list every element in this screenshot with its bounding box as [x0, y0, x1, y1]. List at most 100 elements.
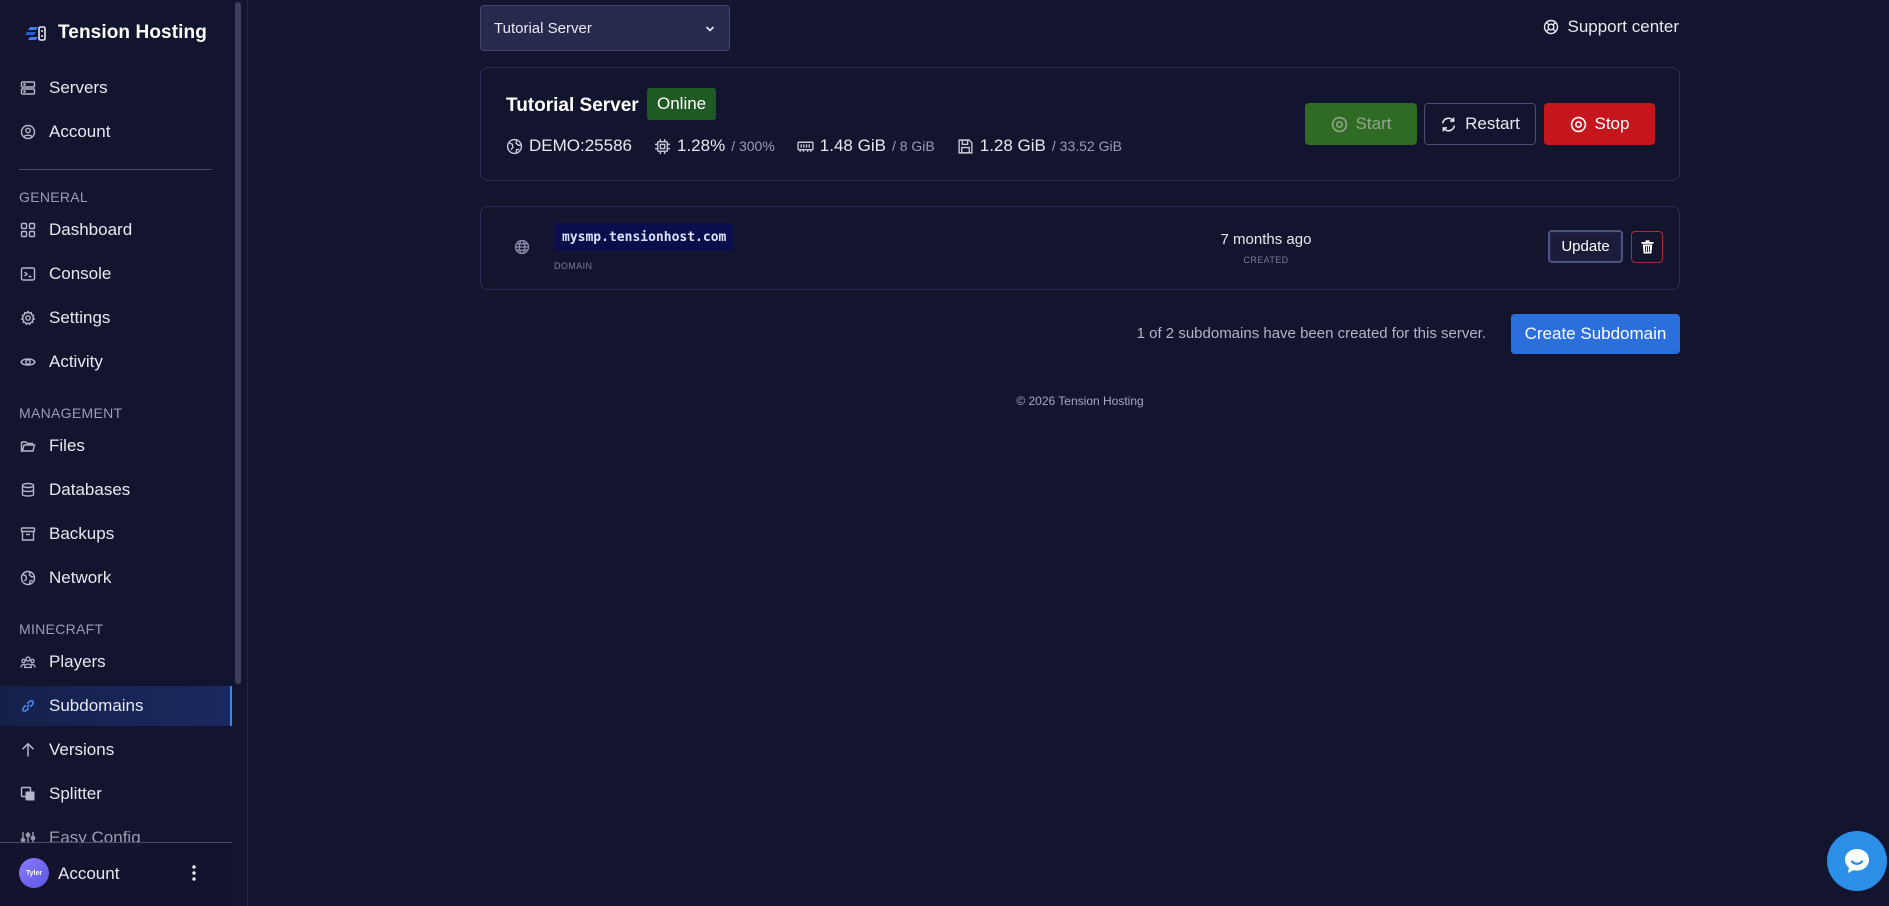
- cpu-value: 1.28%: [677, 136, 726, 155]
- power-circle-icon: [1331, 116, 1348, 133]
- sidebar-item-label: Versions: [49, 740, 115, 759]
- floppy-disk-icon: [957, 138, 974, 155]
- sidebar-item-splitter[interactable]: Splitter: [0, 774, 232, 814]
- list-item: mysmp.tensionhost.com DOMAIN 7 months ag…: [480, 206, 1680, 290]
- sidebar-item-label: Dashboard: [49, 220, 133, 239]
- sidebar-item-label: Players: [49, 652, 106, 671]
- folder-icon: [20, 438, 36, 454]
- server-select[interactable]: Tutorial Server: [480, 5, 730, 51]
- sidebar-item-activity[interactable]: Activity: [0, 342, 232, 382]
- cpu-icon: [654, 138, 671, 155]
- arrow-up-icon: [20, 742, 36, 758]
- support-center-label: Support center: [1567, 17, 1679, 36]
- refresh-icon: [1440, 116, 1457, 133]
- created-time: 7 months ago: [1220, 231, 1312, 248]
- globe-icon: [514, 239, 530, 255]
- network-globe-icon: [20, 570, 36, 586]
- sidebar: Tension Hosting Servers Account GENERAL …: [0, 0, 248, 906]
- section-label-management: MANAGEMENT: [19, 405, 123, 421]
- stop-circle-icon: [1570, 116, 1587, 133]
- stat-cpu: 1.28% / 300%: [654, 136, 775, 156]
- cpu-limit: / 300%: [731, 138, 775, 154]
- disk-limit: / 33.52 GiB: [1051, 138, 1122, 154]
- sidebar-item-label: Console: [49, 264, 112, 283]
- terminal-icon: [20, 266, 36, 282]
- gear-icon: [20, 310, 36, 326]
- copyright: © 2026 Tension Hosting: [1016, 394, 1144, 408]
- server-select-value: Tutorial Server: [494, 19, 592, 37]
- sidebar-item-account[interactable]: Account: [0, 112, 232, 152]
- stat-address: DEMO:25586: [506, 136, 632, 156]
- sidebar-item-databases[interactable]: Databases: [0, 470, 232, 510]
- stat-disk: 1.28 GiB / 33.52 GiB: [957, 136, 1122, 156]
- start-button[interactable]: Start: [1305, 103, 1417, 145]
- server-name: Tutorial Server: [506, 95, 639, 116]
- brand[interactable]: Tension Hosting: [24, 20, 207, 46]
- sidebar-item-files[interactable]: Files: [0, 426, 232, 466]
- sidebar-item-players[interactable]: Players: [0, 642, 232, 682]
- archive-icon: [20, 526, 36, 542]
- section-label-minecraft: MINECRAFT: [19, 621, 104, 637]
- chevron-down-icon: [705, 24, 715, 34]
- start-label: Start: [1355, 114, 1392, 133]
- sidebar-item-label: Activity: [49, 352, 103, 371]
- trash-icon: [1641, 240, 1654, 254]
- create-subdomain-button[interactable]: Create Subdomain: [1511, 314, 1680, 354]
- chat-widget-button[interactable]: [1827, 831, 1887, 891]
- database-icon: [20, 482, 36, 498]
- lifebuoy-icon: [1543, 19, 1559, 35]
- status-badge: Online: [647, 88, 717, 120]
- chat-icon: [1842, 846, 1872, 876]
- sidebar-item-label: Subdomains: [49, 696, 144, 715]
- subdomain-name[interactable]: mysmp.tensionhost.com: [554, 223, 735, 251]
- sidebar-item-dashboard[interactable]: Dashboard: [0, 210, 232, 250]
- grid-icon: [20, 222, 36, 238]
- update-button[interactable]: Update: [1548, 230, 1623, 263]
- sidebar-item-label: Splitter: [49, 784, 102, 803]
- sidebar-item-backups[interactable]: Backups: [0, 514, 232, 554]
- players-icon: [20, 654, 36, 670]
- stop-label: Stop: [1594, 114, 1630, 133]
- sidebar-item-label: Databases: [49, 480, 131, 499]
- more-vertical-icon[interactable]: [188, 863, 200, 883]
- disk-value: 1.28 GiB: [979, 136, 1046, 155]
- section-label-general: GENERAL: [19, 189, 89, 205]
- memory-value: 1.48 GiB: [819, 136, 886, 155]
- sidebar-item-label: Servers: [49, 78, 108, 97]
- logo-icon: [24, 25, 46, 41]
- footer-account-label[interactable]: Account: [58, 864, 119, 884]
- globe-icon: [506, 138, 523, 155]
- server-icon: [20, 80, 36, 96]
- server-stats: DEMO:25586 1.28% / 300% 1.48 GiB / 8 GiB…: [506, 135, 1144, 157]
- sidebar-item-console[interactable]: Console: [0, 254, 232, 294]
- sidebar-item-subdomains[interactable]: Subdomains: [0, 686, 232, 726]
- user-circle-icon: [20, 124, 36, 140]
- sidebar-item-network[interactable]: Network: [0, 558, 232, 598]
- sidebar-item-label: Backups: [49, 524, 115, 543]
- sidebar-item-label: Network: [49, 568, 112, 587]
- domain-caption: DOMAIN: [554, 261, 593, 271]
- delete-button[interactable]: [1631, 231, 1663, 263]
- support-center-link[interactable]: Support center: [1543, 17, 1679, 37]
- restart-button[interactable]: Restart: [1424, 103, 1536, 145]
- copy-icon: [20, 786, 36, 802]
- sidebar-item-versions[interactable]: Versions: [0, 730, 232, 770]
- sidebar-item-settings[interactable]: Settings: [0, 298, 232, 338]
- sidebar-footer: Tyler Account: [0, 842, 232, 906]
- sidebar-item-servers[interactable]: Servers: [0, 68, 232, 108]
- created-caption: CREATED: [1243, 255, 1289, 265]
- memory-icon: [797, 138, 814, 155]
- subdomain-count-text: 1 of 2 subdomains have been created for …: [1136, 325, 1486, 342]
- avatar[interactable]: Tyler: [19, 858, 49, 888]
- sidebar-scrollbar[interactable]: [235, 2, 241, 684]
- sidebar-item-label: Files: [49, 436, 85, 455]
- eye-icon: [20, 354, 36, 370]
- server-address[interactable]: DEMO:25586: [529, 136, 632, 156]
- brand-title: Tension Hosting: [58, 22, 207, 43]
- sidebar-divider: [19, 169, 212, 170]
- memory-limit: / 8 GiB: [891, 138, 935, 154]
- stop-button[interactable]: Stop: [1544, 103, 1655, 145]
- server-status-card: Tutorial Server Online DEMO:25586 1.28% …: [480, 67, 1680, 181]
- sidebar-item-label: Account: [49, 122, 111, 141]
- stat-memory: 1.48 GiB / 8 GiB: [797, 136, 935, 156]
